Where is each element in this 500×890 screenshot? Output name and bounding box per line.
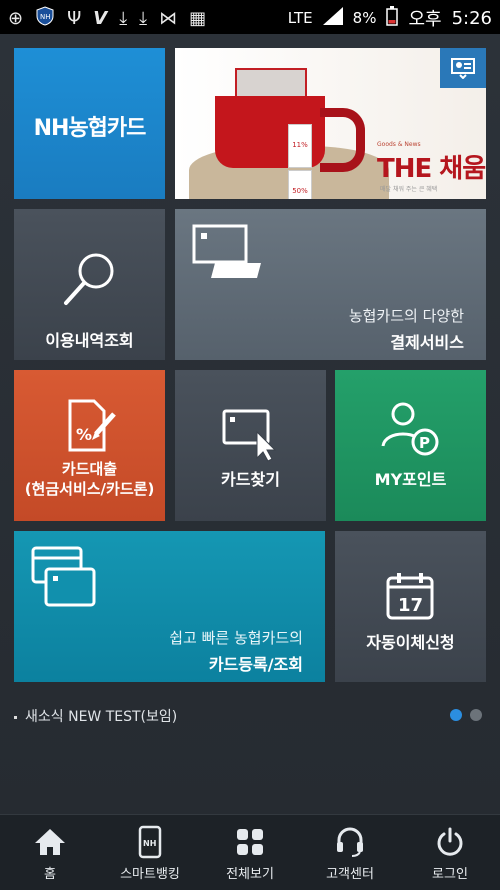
usb-icon: Ψ [67, 8, 82, 29]
download-icon: ⤓ [119, 8, 128, 29]
loan-document-icon: % [64, 398, 120, 458]
auto-transfer-label: 자동이체신청 [366, 633, 455, 652]
network-label: LTE [287, 9, 313, 27]
payment-title: 결제서비스 [390, 333, 464, 352]
calendar-icon: 17 [385, 571, 435, 625]
card-loan-tile[interactable]: % 카드대출 (현금서비스/카드론) [14, 370, 165, 521]
find-card-label: 카드찾기 [221, 470, 280, 489]
signal-icon [322, 6, 343, 30]
nav-customer-center-label: 고객센터 [326, 867, 374, 882]
cards-icon [30, 545, 100, 615]
tag-percent-2: 50% [292, 187, 308, 195]
usage-history-tile[interactable]: 이용내역조회 [14, 209, 165, 360]
nav-home-label: 홈 [44, 867, 56, 882]
battery-percent: 8% [352, 9, 377, 27]
page-dot-active[interactable] [450, 709, 462, 721]
nav-smart-banking-label: 스마트뱅킹 [120, 867, 180, 882]
news-text: 새소식 NEW TEST(보임) [25, 709, 178, 725]
nh-shield-icon: NH [35, 6, 55, 31]
nav-login[interactable]: 로그인 [400, 815, 500, 890]
svg-text:NH: NH [143, 839, 156, 848]
clock: 5:26 [451, 7, 492, 29]
news-ticker[interactable]: 새소식 NEW TEST(보임) [14, 706, 177, 726]
nh-card-logo-tile[interactable]: NH농협카드 [14, 48, 165, 199]
nav-view-all-label: 전체보기 [226, 867, 274, 882]
main-content: NH농협카드 11% 50% Goods & News THE 채움 매달 채워… [0, 34, 500, 814]
nav-home[interactable]: 홈 [0, 815, 100, 890]
headset-icon [334, 825, 366, 859]
nav-smart-banking[interactable]: NH 스마트뱅킹 [100, 815, 200, 890]
mug-handle-image [320, 108, 365, 172]
user-point-icon: P [379, 400, 443, 462]
discount-tag-1: 11% [288, 124, 312, 168]
card-registration-tile[interactable]: 쉽고 빠른 농협카드의 카드등록/조회 [14, 531, 325, 682]
v3-icon: V [93, 8, 108, 29]
download-icon-2: ⤓ [139, 8, 148, 29]
tag-percent-1: 11% [292, 141, 308, 149]
card-loan-subtitle: (현금서비스/카드론) [24, 480, 155, 498]
status-bar: ⊕ NH Ψ V ⤓ ⤓ ⋈ ▦ LTE 8% 오후 5:26 [0, 0, 500, 34]
bullet-icon [14, 715, 17, 719]
battery-icon [386, 5, 399, 31]
banner-subtitle: 매달 채워 주는 큰 혜택 [380, 186, 438, 193]
card-terminal-icon [191, 223, 267, 285]
card-cursor-icon [221, 408, 283, 466]
card-registration-description: 쉽고 빠른 농협카드의 [169, 629, 303, 647]
svg-text:P: P [419, 434, 430, 452]
banner-badge-icon[interactable] [440, 48, 486, 88]
signal-off-icon: ⋈ [159, 8, 178, 29]
nav-login-label: 로그인 [432, 867, 468, 882]
payment-description: 농협카드의 다양한 [348, 307, 464, 325]
time-prefix: 오후 [408, 9, 442, 30]
payment-services-tile[interactable]: 농협카드의 다양한 결제서비스 [175, 209, 486, 360]
discount-tag-2: 50% [288, 170, 312, 199]
my-point-label: MY포인트 [374, 470, 447, 489]
bottom-navigation: 홈 NH 스마트뱅킹 전체보기 고객센터 로그인 [0, 814, 500, 890]
nav-view-all[interactable]: 전체보기 [200, 815, 300, 890]
power-icon [435, 825, 465, 859]
add-icon: ⊕ [8, 8, 24, 29]
page-indicator [450, 709, 482, 721]
grid-icon [235, 825, 265, 859]
status-notification-icons: ⊕ NH Ψ V ⤓ ⤓ ⋈ ▦ [8, 6, 206, 31]
auto-transfer-tile[interactable]: 17 자동이체신청 [335, 531, 486, 682]
svg-text:%: % [76, 425, 92, 444]
home-icon [33, 825, 67, 859]
status-right: LTE 8% 오후 5:26 [288, 5, 492, 31]
svg-text:NH: NH [40, 13, 51, 21]
page-dot[interactable] [470, 709, 482, 721]
calendar-day: 17 [398, 595, 423, 616]
promo-banner[interactable]: 11% 50% Goods & News THE 채움 매달 채워 주는 큰 혜… [175, 48, 486, 199]
card-loan-title: 카드대출 [61, 460, 118, 478]
find-card-tile[interactable]: 카드찾기 [175, 370, 326, 521]
card-registration-title: 카드등록/조회 [208, 655, 303, 674]
my-point-tile[interactable]: P MY포인트 [335, 370, 486, 521]
smart-banking-icon: NH [138, 825, 162, 859]
usage-history-label: 이용내역조회 [45, 331, 134, 350]
banner-caption: Goods & News [377, 141, 421, 148]
nh-card-logo: NH농협카드 [33, 116, 147, 141]
magnifier-icon [60, 249, 120, 313]
banner-title: THE 채움 [377, 154, 486, 184]
nav-customer-center[interactable]: 고객센터 [300, 815, 400, 890]
qr-icon: ▦ [189, 8, 207, 29]
